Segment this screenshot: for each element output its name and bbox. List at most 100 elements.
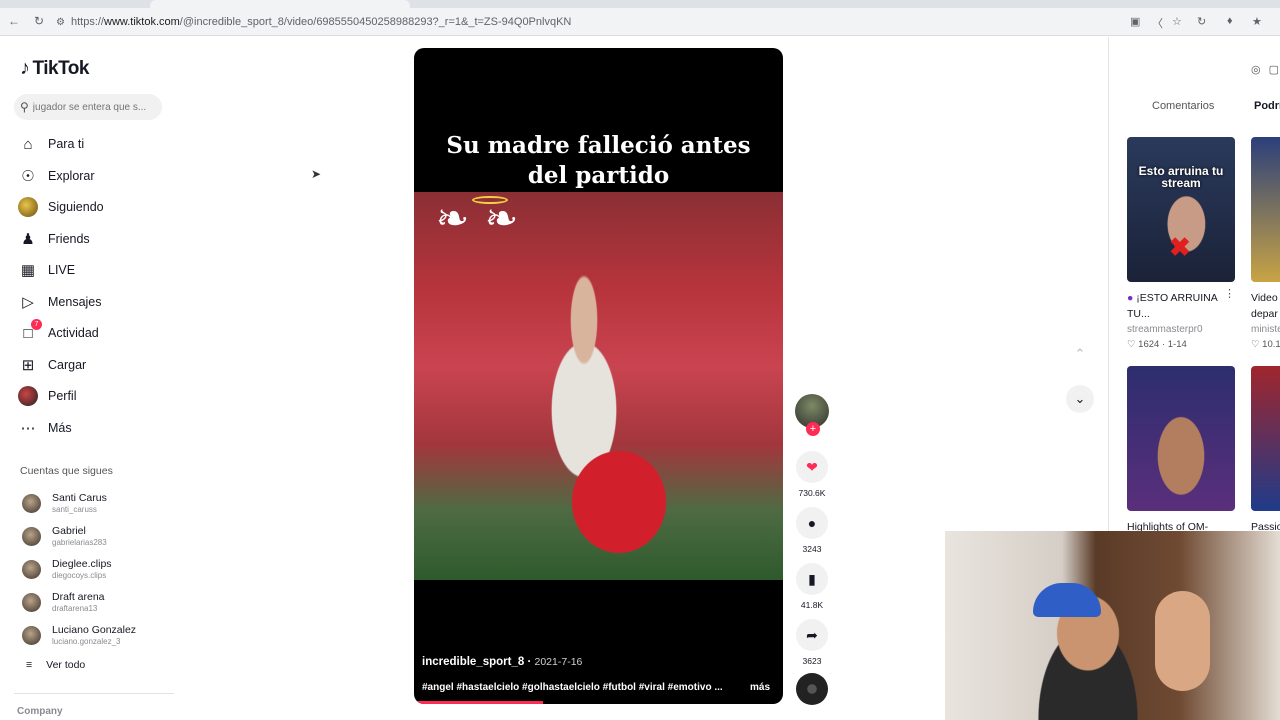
nav-item-mensajes[interactable]: ▷ Mensajes (18, 291, 101, 313)
card-options-icon[interactable]: ⋮ (1224, 287, 1235, 300)
nav-item-live[interactable]: ▦ LIVE (18, 259, 75, 281)
red-jersey (559, 437, 679, 567)
bookmark-icon[interactable]: ▮ (796, 563, 828, 595)
nav-item-siguiendo[interactable]: Siguiendo (18, 196, 104, 218)
nav-item-para-ti[interactable]: ⌂ Para ti (18, 133, 84, 155)
account-handle: diegocoys.clips (52, 571, 107, 580)
video-player[interactable]: Su madre falleció antes del partido ❧ ❧ i… (414, 48, 783, 704)
thumbnail-text: Esto arruina tu stream (1138, 164, 1224, 190)
live-icon: ▦ (20, 262, 36, 279)
sidebar: ♪ TikTok ⚲ ⌂Para ti ☉Explorar Siguiendo … (0, 37, 180, 720)
video-author[interactable]: incredible_sport_8 · 2021-7-16 (422, 656, 582, 668)
share-action[interactable]: ➦ 3623 (794, 619, 830, 666)
nav-label: Más (48, 421, 72, 435)
search-input[interactable] (32, 101, 153, 113)
card-username: streammasterpr0 (1127, 324, 1203, 335)
nav-label: Perfil (48, 389, 77, 403)
translate-icon[interactable]: 〈 (1152, 15, 1163, 31)
account-name: Santi Carus (52, 492, 107, 504)
plus-square-icon: ⊞ (21, 357, 35, 374)
nav-item-explorar[interactable]: ☉ Explorar (18, 165, 95, 187)
video-thumbnail[interactable] (1251, 137, 1280, 282)
paper-plane-icon: ▷ (22, 294, 34, 311)
recommended-video-card[interactable]: Esto arruina tu stream ✖ ● ¡ESTO ARRUINA… (1127, 137, 1235, 350)
angel-wings-sticker: ❧ ❧ (435, 196, 519, 241)
cursor-icon: ➤ (311, 167, 322, 181)
browser-tab[interactable] (150, 0, 410, 8)
card-title: Video depar (1251, 292, 1278, 320)
following-account[interactable]: Santi Carus santi_caruss (22, 492, 107, 514)
previous-video-button[interactable]: ⌃ (1066, 340, 1094, 368)
tab-comentarios[interactable]: Comentarios (1152, 100, 1214, 112)
star-icon[interactable]: ☆ (1172, 15, 1182, 28)
streamer-hands (1155, 591, 1210, 691)
tab-podrias[interactable]: Podrí (1254, 100, 1280, 112)
divider (14, 693, 174, 694)
following-account[interactable]: Luciano Gonzalez luciano.gonzalez_3 (22, 624, 136, 646)
share-icon[interactable]: ➦ (796, 619, 828, 651)
heart-outline-icon: ♡ (1251, 339, 1260, 350)
nav-item-friends[interactable]: ♟ Friends (18, 228, 89, 250)
avatar (22, 625, 41, 645)
heart-icon[interactable]: ❤ (796, 451, 828, 483)
nav-label: Cargar (48, 358, 87, 372)
nav-item-mas[interactable]: ⋯ Más (18, 417, 72, 439)
nav-item-cargar[interactable]: ⊞ Cargar (18, 354, 87, 376)
search-box[interactable]: ⚲ (14, 94, 162, 120)
reload-icon[interactable]: ↻ (34, 14, 44, 28)
embed-icon[interactable]: ◎ (1251, 63, 1261, 76)
nav-label: LIVE (48, 263, 76, 277)
nav-item-perfil[interactable]: Perfil (18, 385, 76, 407)
nav-item-actividad[interactable]: □ 7 Actividad (18, 319, 99, 344)
nav-label: Explorar (48, 169, 95, 183)
video-thumbnail[interactable] (1127, 366, 1235, 511)
back-icon[interactable]: ← (8, 14, 20, 28)
webcam-overlay (945, 531, 1280, 720)
nav-label: Para ti (48, 137, 85, 151)
video-thumbnail[interactable] (1251, 366, 1280, 511)
like-action[interactable]: ❤ 730.6K (794, 451, 830, 498)
music-disc-icon[interactable] (796, 673, 828, 705)
following-section-title: Cuentas que sigues (20, 465, 113, 477)
recommended-video-card[interactable]: Highlights of OM- (1127, 366, 1235, 535)
refresh-extension-icon[interactable]: ↻ (1197, 15, 1206, 28)
see-all-link[interactable]: ≡ Ver todo (26, 659, 85, 671)
video-hashtags[interactable]: #angel #hastaelcielo #golhastaelcielo #f… (422, 682, 737, 693)
x-mark-icon: ✖ (1169, 232, 1191, 262)
site-info-icon[interactable]: ⚙ (56, 17, 65, 28)
extension-icon[interactable]: ♦ (1227, 15, 1233, 27)
following-account[interactable]: Draft arena draftarena13 (22, 591, 105, 613)
account-handle: draftarena13 (52, 604, 98, 613)
tiktok-logo[interactable]: ♪ TikTok (20, 57, 89, 80)
company-link[interactable]: Company (17, 706, 63, 717)
avatar (22, 526, 41, 546)
account-name: Dieglee.clips (52, 558, 112, 570)
avatar (22, 493, 41, 513)
address-bar[interactable]: ⚙ https://www.tiktok.com/@incredible_spo… (56, 13, 1116, 31)
video-thumbnail[interactable]: Esto arruina tu stream ✖ (1127, 137, 1235, 282)
comment-icon[interactable]: ● (796, 507, 828, 539)
following-account[interactable]: Gabriel gabrielarias283 (22, 525, 107, 547)
compass-icon: ☉ (21, 168, 35, 185)
caption-line: Su madre falleció antes (446, 132, 751, 159)
card-username: ministe (1251, 324, 1280, 335)
card-stats: ♡ 10.1 (1251, 339, 1280, 350)
favorites-icon[interactable]: ★ (1252, 15, 1262, 28)
window-icon[interactable]: ▢ (1269, 63, 1279, 76)
recommended-video-card[interactable]: Passio (1251, 366, 1280, 535)
follow-plus-icon[interactable]: + (806, 422, 820, 436)
video-frame: ❧ ❧ (414, 192, 783, 580)
creator-avatar[interactable]: + (795, 394, 829, 436)
recommended-video-card[interactable]: Video depar ministe ♡ 10.1 (1251, 137, 1280, 350)
nav-label: Actividad (48, 326, 99, 340)
save-action[interactable]: ▮ 41.8K (794, 563, 830, 610)
author-name[interactable]: incredible_sport_8 (422, 656, 524, 668)
comment-action[interactable]: ● 3243 (794, 507, 830, 554)
app-icon[interactable]: ▣ (1130, 15, 1140, 28)
video-progress-bar[interactable] (414, 701, 544, 704)
following-account[interactable]: Dieglee.clips diegocoys.clips (22, 558, 112, 580)
next-video-button[interactable]: ⌄ (1066, 385, 1094, 413)
more-button[interactable]: más (750, 682, 770, 693)
url-text: https://www.tiktok.com/@incredible_sport… (70, 16, 572, 28)
share-count: 3623 (802, 656, 822, 666)
